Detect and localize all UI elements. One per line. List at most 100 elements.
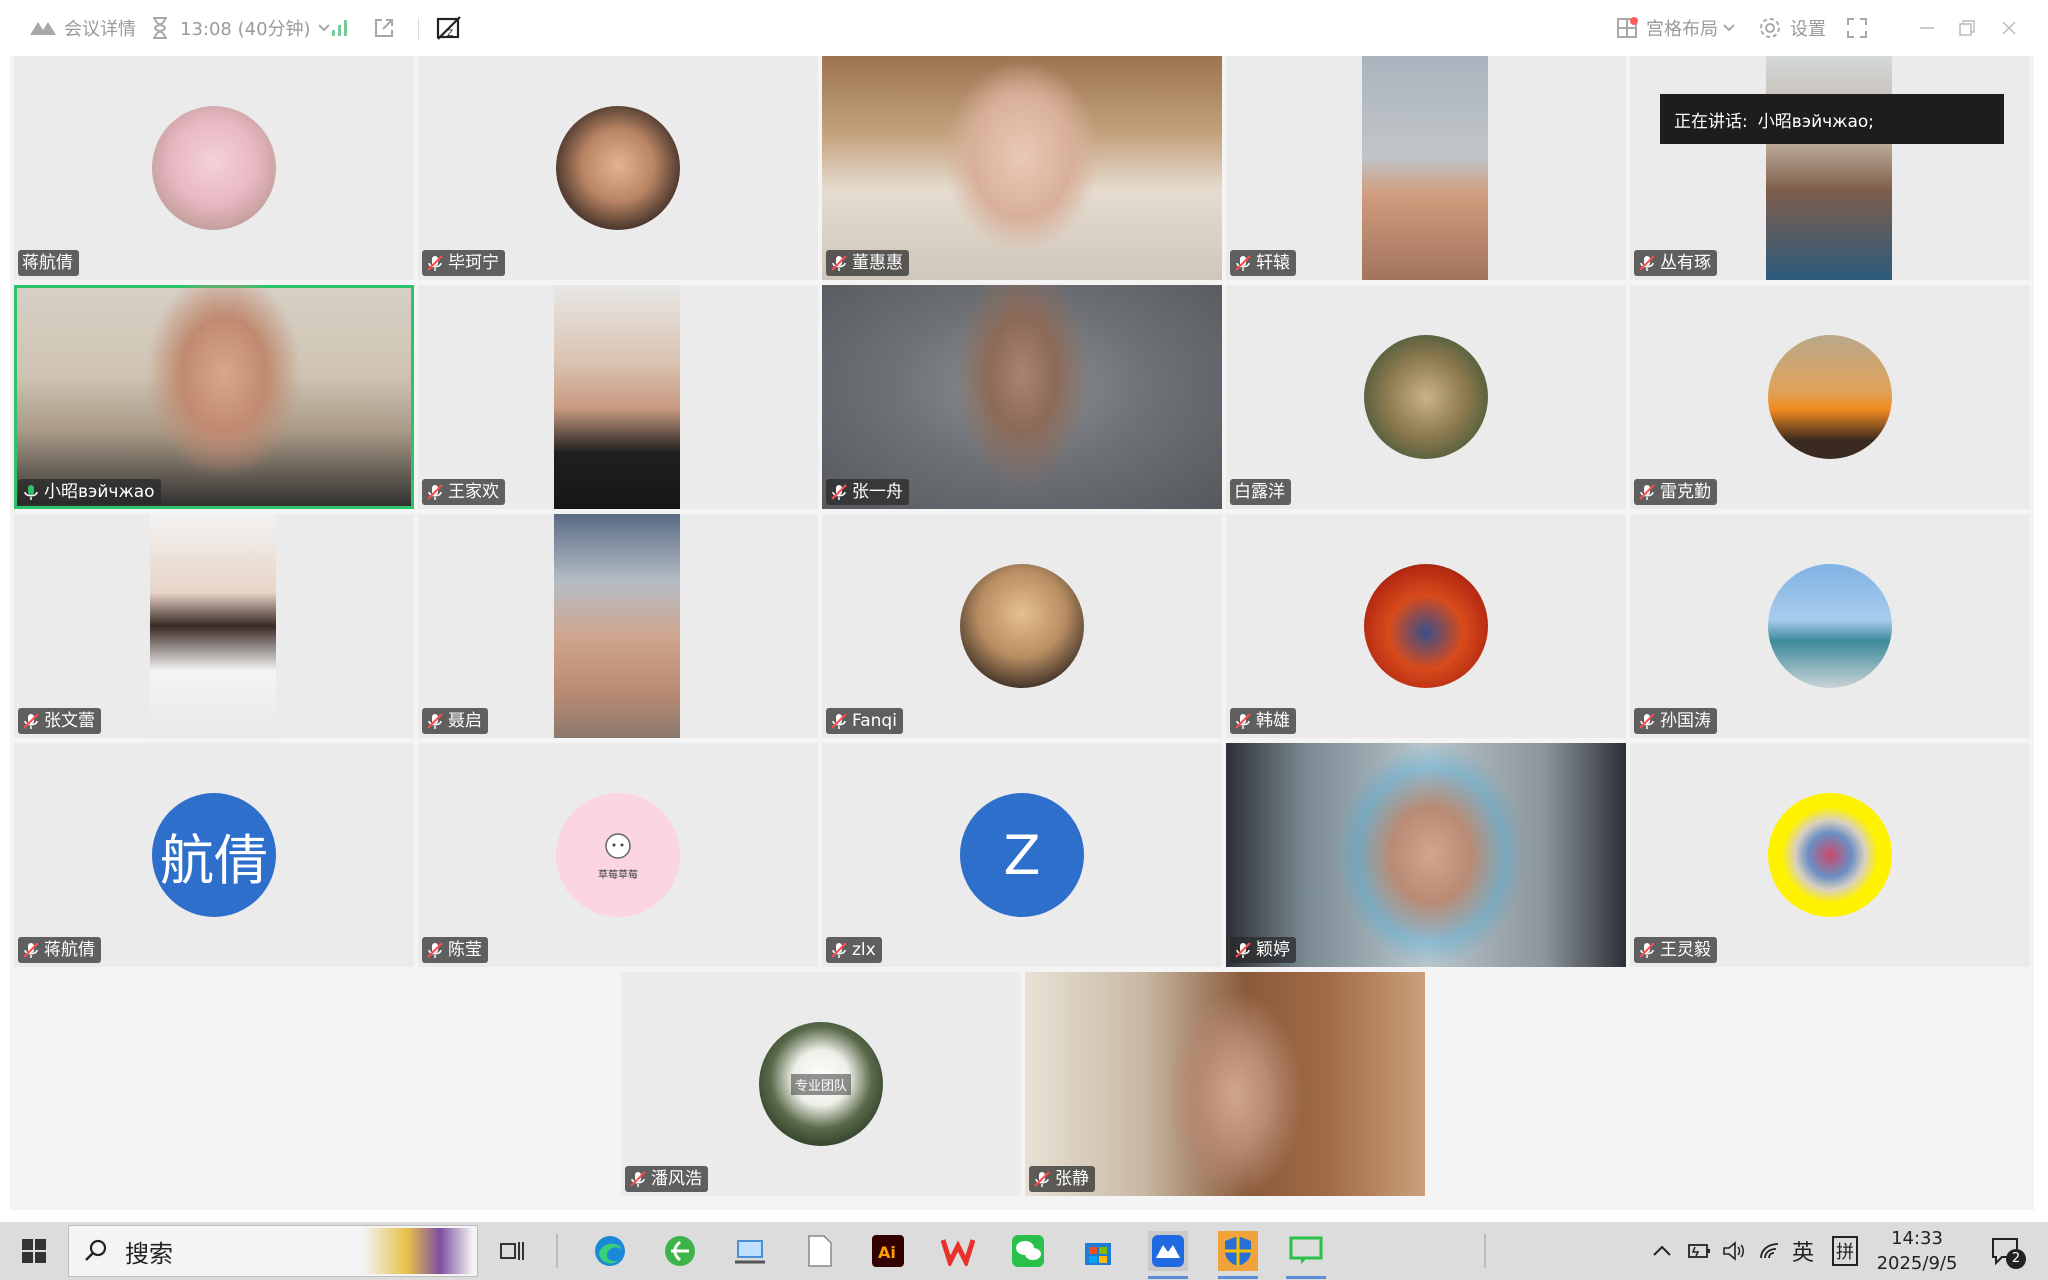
participant-name: zlx xyxy=(852,940,876,960)
participant-tile[interactable]: 专业团队 潘风浩 xyxy=(621,972,1021,1196)
participant-tile[interactable]: 张静 xyxy=(1025,972,1425,1196)
participant-name: 潘风浩 xyxy=(651,1169,702,1189)
browser-green-icon[interactable] xyxy=(660,1231,700,1271)
clock-date: 2025/9/5 xyxy=(1876,1253,1958,1274)
svg-text:Ai: Ai xyxy=(878,1243,896,1262)
hourglass-icon xyxy=(153,17,167,39)
participant-nametag: 蒋航倩 xyxy=(18,937,101,963)
mic-muted-icon xyxy=(427,942,443,958)
participant-nametag: 潘风浩 xyxy=(625,1166,708,1192)
participant-tile[interactable]: 董惠惠 xyxy=(822,56,1222,280)
meeting-timer[interactable]: 13:08 (40分钟) xyxy=(150,0,331,56)
participant-tile[interactable]: 张文蕾 xyxy=(14,514,414,738)
notification-center-icon[interactable]: 2 xyxy=(1986,1231,2026,1271)
participant-name: 董惠惠 xyxy=(852,253,903,273)
remote-desktop-icon[interactable] xyxy=(730,1231,770,1271)
mic-muted-icon xyxy=(1639,255,1655,271)
participant-tile[interactable]: 聂启 xyxy=(418,514,818,738)
participant-name: 张静 xyxy=(1055,1169,1089,1189)
participant-tile[interactable]: 张一舟 xyxy=(822,285,1222,509)
ime-mode-indicator[interactable]: 拼 xyxy=(1832,1236,1859,1266)
participant-nametag: 小昭вэйчжао xyxy=(18,479,161,505)
participant-nametag: 颖婷 xyxy=(1230,937,1296,963)
participant-tile[interactable]: 白露洋 xyxy=(1226,285,1626,509)
active-speaker-banner: 正在讲话: 小昭вэйчжао; xyxy=(1660,94,2004,144)
file-icon[interactable] xyxy=(800,1231,840,1271)
microsoft-store-icon[interactable] xyxy=(1078,1231,1118,1271)
participant-tile[interactable]: 蒋航倩 xyxy=(14,56,414,280)
participant-tile[interactable]: 轩辕 xyxy=(1226,56,1626,280)
mic-muted-icon xyxy=(831,713,847,729)
share-out-icon[interactable] xyxy=(372,0,396,56)
mic-muted-icon xyxy=(23,942,39,958)
participant-name: 陈莹 xyxy=(448,940,482,960)
participant-name: 颖婷 xyxy=(1256,940,1290,960)
clock-time: 14:33 xyxy=(1891,1228,1943,1249)
search-label: 搜索 xyxy=(125,1239,173,1268)
cartoon-sticker-icon xyxy=(605,832,631,859)
participant-tile[interactable]: 韩雄 xyxy=(1226,514,1626,738)
fullscreen-icon[interactable] xyxy=(1846,0,1868,56)
windows-taskbar: 搜索 Ai 英 拼 14:33 2025/9/5 2 xyxy=(0,1222,2048,1280)
mic-muted-icon xyxy=(831,484,847,500)
restore-icon[interactable] xyxy=(1958,0,1976,56)
chevron-up-icon[interactable] xyxy=(1652,1244,1672,1258)
ime-language-indicator[interactable]: 英 xyxy=(1792,1235,1814,1267)
taskbar-search-box[interactable]: 搜索 xyxy=(68,1225,478,1277)
mic-muted-icon xyxy=(1639,942,1655,958)
participant-tile[interactable]: 航倩 蒋航倩 xyxy=(14,743,414,967)
network-signal-icon[interactable] xyxy=(330,0,350,56)
battery-icon[interactable] xyxy=(1686,1241,1712,1261)
participant-name: 张一舟 xyxy=(852,482,903,502)
wechat-icon[interactable] xyxy=(1008,1231,1048,1271)
wps-office-icon[interactable] xyxy=(938,1231,978,1271)
meeting-info-label: 会议详情 xyxy=(64,19,136,40)
participant-nametag: 张文蕾 xyxy=(18,708,101,734)
participant-tile[interactable]: 雷克勤 xyxy=(1630,285,2030,509)
participant-nametag: 轩辕 xyxy=(1230,250,1296,276)
participant-tile[interactable]: 毕珂宁 xyxy=(418,56,818,280)
participant-video xyxy=(554,285,680,509)
participant-nametag: 陈莹 xyxy=(422,937,488,963)
settings-label: 设置 xyxy=(1790,19,1826,40)
participant-tile[interactable]: 王灵毅 xyxy=(1630,743,2030,967)
participant-tile[interactable]: 草莓草莓 陈莹 xyxy=(418,743,818,967)
participant-avatar xyxy=(1768,793,1892,917)
participant-tile[interactable]: 王家欢 xyxy=(418,285,818,509)
participant-tile[interactable]: Fanqi xyxy=(822,514,1222,738)
participant-video xyxy=(554,514,680,738)
participant-avatar xyxy=(1768,564,1892,688)
participant-tile[interactable]: 孙国涛 xyxy=(1630,514,2030,738)
participant-name: 蒋航倩 xyxy=(44,940,95,960)
clock[interactable]: 14:33 2025/9/5 xyxy=(1872,1226,1962,1276)
participant-nametag: 董惠惠 xyxy=(826,250,909,276)
windows-start-icon[interactable] xyxy=(14,1231,54,1271)
timer-label: 13:08 (40分钟) xyxy=(180,19,311,40)
settings-button[interactable]: 设置 xyxy=(1758,0,1826,56)
meeting-info-button[interactable]: 会议详情 xyxy=(28,0,136,56)
svg-text:Z: Z xyxy=(447,29,453,39)
grid-layout-button[interactable]: 宫格布局 xyxy=(1616,0,1736,56)
mic-muted-icon xyxy=(427,255,443,271)
participant-tile-active-speaker[interactable]: 小昭вэйчжао xyxy=(14,285,414,509)
participant-name: 白露洋 xyxy=(1234,482,1285,502)
minimize-icon[interactable] xyxy=(1918,0,1936,56)
avatar-caption: 专业团队 xyxy=(790,1073,851,1095)
close-icon[interactable] xyxy=(2000,0,2018,56)
volume-icon[interactable] xyxy=(1722,1240,1746,1262)
participant-avatar xyxy=(152,106,276,230)
participant-tile[interactable]: 颖婷 xyxy=(1226,743,1626,967)
chat-window-icon[interactable] xyxy=(1286,1231,1326,1279)
participant-avatar: 专业团队 xyxy=(759,1022,883,1146)
tencent-meeting-taskbar-icon[interactable] xyxy=(1148,1231,1188,1279)
adobe-illustrator-icon[interactable]: Ai xyxy=(868,1231,908,1271)
participant-tile[interactable]: 丛有琢 xyxy=(1630,56,2030,280)
edge-browser-icon[interactable] xyxy=(590,1231,630,1271)
participant-nametag: 王灵毅 xyxy=(1634,937,1717,963)
avatar-caption: 草莓草莓 xyxy=(598,869,638,881)
recording-off-icon[interactable]: Z xyxy=(434,0,464,56)
wifi-icon[interactable] xyxy=(1758,1240,1782,1262)
security-shield-icon[interactable] xyxy=(1218,1231,1258,1279)
task-view-icon[interactable] xyxy=(492,1231,532,1271)
participant-tile[interactable]: Z zlx xyxy=(822,743,1222,967)
